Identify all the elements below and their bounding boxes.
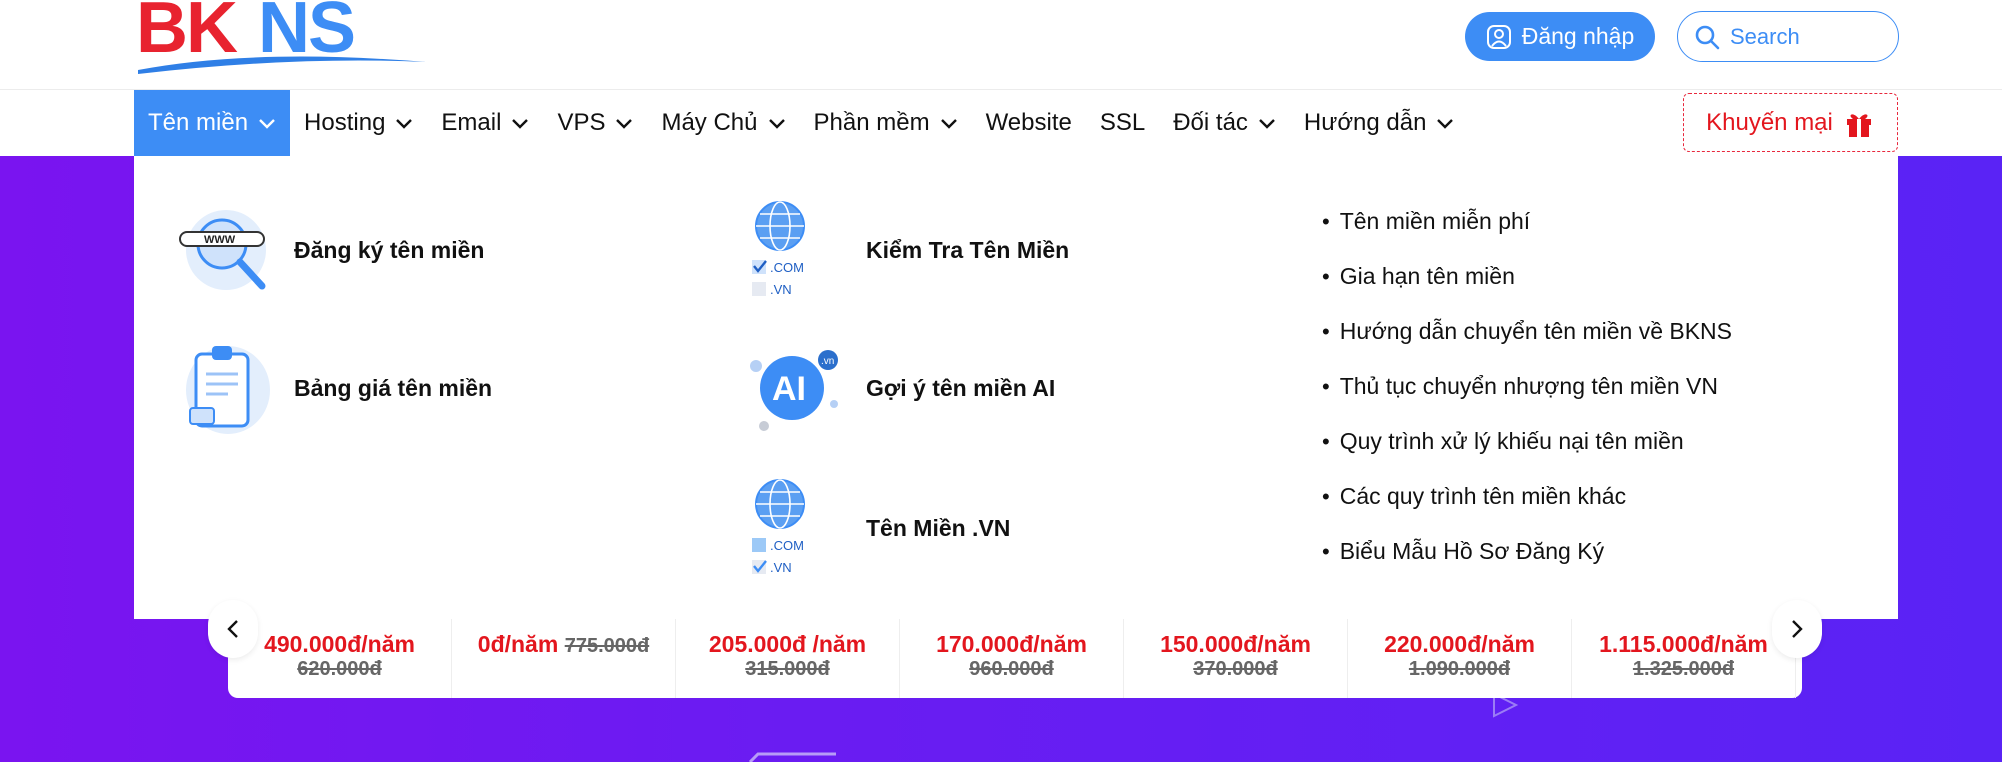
old-price: 960.000đ <box>969 658 1054 680</box>
bkns-logo[interactable]: BK NS <box>134 0 430 80</box>
current-price: 490.000đ/năm <box>228 631 451 658</box>
nav-item-2[interactable]: Email <box>427 90 543 156</box>
chevron-right-icon <box>1792 620 1803 638</box>
decorative-shape-icon <box>748 752 836 762</box>
search-icon <box>1695 25 1720 49</box>
current-price-text: 490.000đ/năm <box>264 631 415 657</box>
top-header: BK NS Đăng nhập <box>0 0 2002 90</box>
dropdown-item-domain-pricing[interactable]: Bảng giá tên miền <box>176 338 492 438</box>
domain-links-list: Tên miền miễn phíGia hạn tên miềnHướng d… <box>1322 194 1732 579</box>
promo-button[interactable]: Khuyến mại <box>1683 93 1898 152</box>
chevron-down-icon <box>940 119 957 129</box>
dropdown-link[interactable]: Gia hạn tên miền <box>1322 249 1732 304</box>
nav-item-3[interactable]: VPS <box>543 90 647 156</box>
search-input[interactable] <box>1730 23 1880 50</box>
nav-item-0[interactable]: Tên miền <box>134 90 291 156</box>
dropdown-item-register-domain[interactable]: WWW Đăng ký tên miền <box>176 200 484 300</box>
dropdown-item-label: Bảng giá tên miền <box>294 374 493 401</box>
nav-menu: Tên miền Hosting Email VPS Máy Chủ Phần mềm We… <box>134 90 1468 156</box>
svg-text:.VN: .VN <box>770 560 792 575</box>
nav-item-label: Máy Chủ <box>661 109 758 136</box>
carousel-next-button[interactable] <box>1772 600 1822 658</box>
nav-item-label: Hướng dẫn <box>1303 109 1427 136</box>
dropdown-item-vn-domain[interactable]: .COM .VN Tên Miền .VN <box>748 478 1010 578</box>
search-box[interactable] <box>1677 11 1899 62</box>
chevron-down-icon <box>616 119 633 129</box>
svg-text:.VN: .VN <box>770 282 792 297</box>
current-price: 0đ/năm 775.000đ <box>452 631 675 658</box>
globe-checkbox-icon: .COM .VN <box>752 201 805 297</box>
dropdown-link[interactable]: Thủ tục chuyển nhượng tên miền VN <box>1322 359 1732 414</box>
ai-vn-tag: .vn <box>821 356 834 367</box>
user-icon <box>1486 24 1511 49</box>
chevron-down-icon <box>1259 119 1275 129</box>
svg-text:WWW: WWW <box>204 234 236 246</box>
old-price: 775.000đ <box>564 635 650 657</box>
ai-badge-icon: AI .vn <box>750 350 838 431</box>
dropdown-link[interactable]: Quy trình xử lý khiếu nại tên miền <box>1322 414 1732 469</box>
nav-item-label: Phần mềm <box>813 109 930 136</box>
nav-item-label: Hosting <box>304 109 386 136</box>
current-price-text: 205.000đ /năm <box>708 631 867 657</box>
old-price: 1.325.000đ <box>1632 658 1735 680</box>
carousel-prev-button[interactable] <box>208 600 258 658</box>
nav-item-9[interactable]: Hướng dẫn <box>1290 90 1469 156</box>
current-price: 1.115.000đ/năm <box>1572 631 1795 658</box>
nav-item-label: SSL <box>1099 109 1146 136</box>
chevron-down-icon <box>1437 119 1454 129</box>
svg-text:.COM: .COM <box>770 538 804 553</box>
nav-item-label: Tên miền <box>148 109 249 136</box>
dropdown-item-label: Đăng ký tên miền <box>294 236 485 263</box>
current-price-text: 0đ/năm <box>477 631 559 657</box>
current-price-text: 150.000đ/năm <box>1160 631 1311 657</box>
old-price: 620.000đ <box>297 658 382 680</box>
nav-item-6[interactable]: Website <box>972 90 1086 156</box>
dropdown-item-ai-domain-suggest[interactable]: AI .vn Gợi ý tên miền AI <box>748 338 1055 438</box>
svg-text:BK: BK <box>136 0 238 68</box>
dropdown-item-label: Kiểm Tra Tên Miền <box>866 236 1070 263</box>
chevron-down-icon <box>512 119 529 129</box>
nav-item-5[interactable]: Phần mềm <box>800 90 972 156</box>
ai-badge-text: AI <box>772 370 806 408</box>
main-nav: Tên miền Hosting Email VPS Máy Chủ Phần mềm We… <box>0 90 2002 156</box>
nav-item-label: Email <box>441 109 502 136</box>
old-price: 315.000đ <box>745 658 830 680</box>
chevron-left-icon <box>227 620 238 638</box>
dropdown-link[interactable]: Biểu Mẫu Hồ Sơ Đăng Ký <box>1322 524 1732 579</box>
chevron-down-icon <box>396 119 413 129</box>
login-label: Đăng nhập <box>1521 23 1635 49</box>
nav-item-8[interactable]: Đối tác <box>1159 90 1290 156</box>
login-button[interactable]: Đăng nhập <box>1465 12 1655 61</box>
current-price-text: 220.000đ/năm <box>1384 631 1535 657</box>
chevron-down-icon <box>768 119 785 129</box>
nav-item-4[interactable]: Máy Chủ <box>647 90 799 156</box>
nav-item-7[interactable]: SSL <box>1086 90 1159 156</box>
current-price: 220.000đ/năm <box>1348 631 1571 658</box>
domain-dropdown-menu: WWW Đăng ký tên miền .COM .VN Kiểm Tra T… <box>134 156 1898 619</box>
svg-text:.COM: .COM <box>770 260 804 275</box>
dropdown-link[interactable]: Tên miền miễn phí <box>1322 194 1732 249</box>
nav-item-label: VPS <box>557 109 606 136</box>
domain-search-icon: WWW <box>179 210 266 290</box>
old-price: 370.000đ <box>1193 658 1278 680</box>
globe-vn-icon: .COM .VN <box>752 479 805 575</box>
old-price: 1.090.000đ <box>1408 658 1511 680</box>
current-price: 170.000đ/năm <box>900 631 1123 658</box>
price-clipboard-icon <box>186 346 270 434</box>
nav-item-label: Website <box>985 109 1072 136</box>
nav-item-1[interactable]: Hosting <box>290 90 427 156</box>
dropdown-item-label: Tên Miền .VN <box>866 514 1011 541</box>
dropdown-link[interactable]: Hướng dẫn chuyển tên miền về BKNS <box>1322 304 1732 359</box>
gift-icon <box>1846 113 1871 137</box>
current-price-text: 1.115.000đ/năm <box>1599 631 1768 657</box>
chevron-down-icon <box>259 119 275 129</box>
current-price: 205.000đ /năm <box>676 631 899 658</box>
promo-label: Khuyến mại <box>1706 108 1833 136</box>
nav-item-label: Đối tác <box>1173 109 1248 136</box>
dropdown-item-check-domain[interactable]: .COM .VN Kiểm Tra Tên Miền <box>748 200 1069 300</box>
dropdown-item-label: Gợi ý tên miền AI <box>866 374 1056 401</box>
current-price: 150.000đ/năm <box>1124 631 1347 658</box>
dropdown-link[interactable]: Các quy trình tên miền khác <box>1322 469 1732 524</box>
current-price-text: 170.000đ/năm <box>936 631 1087 657</box>
